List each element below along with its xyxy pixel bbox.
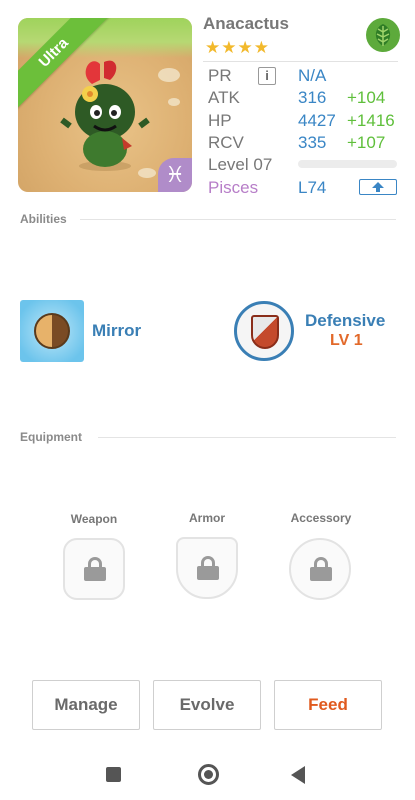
stat-value-hp: 4427	[298, 111, 336, 130]
stat-bonus-hp: +1416	[347, 111, 395, 130]
weapon-slot[interactable]	[63, 538, 125, 600]
home-icon[interactable]	[198, 764, 219, 785]
level-label: Level 07	[208, 155, 273, 174]
mirror-face-graphic	[34, 313, 70, 349]
evolve-button[interactable]: Evolve	[153, 680, 261, 730]
zodiac-label: Pisces	[208, 178, 259, 197]
zodiac-level: L74	[298, 178, 327, 197]
header-divider	[203, 61, 398, 62]
lock-icon	[310, 557, 332, 581]
leaf-icon	[366, 18, 400, 52]
info-icon[interactable]: i	[258, 67, 276, 85]
abilities-section-title: Abilities	[20, 212, 67, 226]
monster-portrait[interactable]: Ultra ♓	[18, 18, 192, 192]
ability-name-defensive[interactable]: Defensive	[305, 311, 385, 331]
anacactus-sprite	[60, 60, 150, 171]
defensive-shield-icon[interactable]	[234, 301, 294, 361]
ability-level-defensive: LV 1	[330, 332, 363, 349]
manage-button[interactable]: Manage	[32, 680, 140, 730]
pisces-zodiac-icon: ♓	[158, 158, 192, 192]
arrow-up-icon	[372, 182, 384, 192]
stat-bonus-atk: +104	[347, 88, 386, 107]
mirror-ability-icon[interactable]	[20, 300, 84, 362]
zodiac-upgrade-button[interactable]	[359, 179, 397, 195]
portrait-stone	[168, 98, 180, 106]
armor-slot[interactable]	[176, 537, 238, 599]
recents-icon[interactable]	[106, 767, 121, 782]
weapon-slot-label: Weapon	[70, 512, 118, 526]
ability-name-mirror[interactable]: Mirror	[92, 321, 141, 341]
stat-bonus-rcv: +107	[347, 133, 386, 152]
stat-value-atk: 316	[298, 88, 327, 107]
shield-graphic	[251, 315, 279, 349]
star-rating: ★★★★	[205, 38, 270, 57]
monster-name: Anacactus	[203, 14, 289, 33]
abilities-divider	[80, 219, 396, 220]
accessory-slot[interactable]	[289, 538, 351, 600]
portrait-stone	[158, 68, 180, 82]
stat-value-pr: N/A	[298, 66, 327, 85]
level-progress-bar	[298, 160, 397, 168]
lock-icon	[84, 557, 106, 581]
stat-label-pr: PR	[208, 66, 232, 85]
stat-label-atk: ATK	[208, 88, 240, 107]
stat-label-rcv: RCV	[208, 133, 244, 152]
stat-label-hp: HP	[208, 111, 232, 130]
accessory-slot-label: Accessory	[290, 511, 352, 525]
equipment-divider	[98, 437, 396, 438]
stat-value-rcv: 335	[298, 133, 327, 152]
armor-slot-label: Armor	[188, 511, 225, 525]
equipment-section-title: Equipment	[20, 430, 82, 444]
feed-button[interactable]: Feed	[274, 680, 382, 730]
back-icon[interactable]	[291, 766, 305, 784]
lock-icon	[197, 556, 219, 580]
